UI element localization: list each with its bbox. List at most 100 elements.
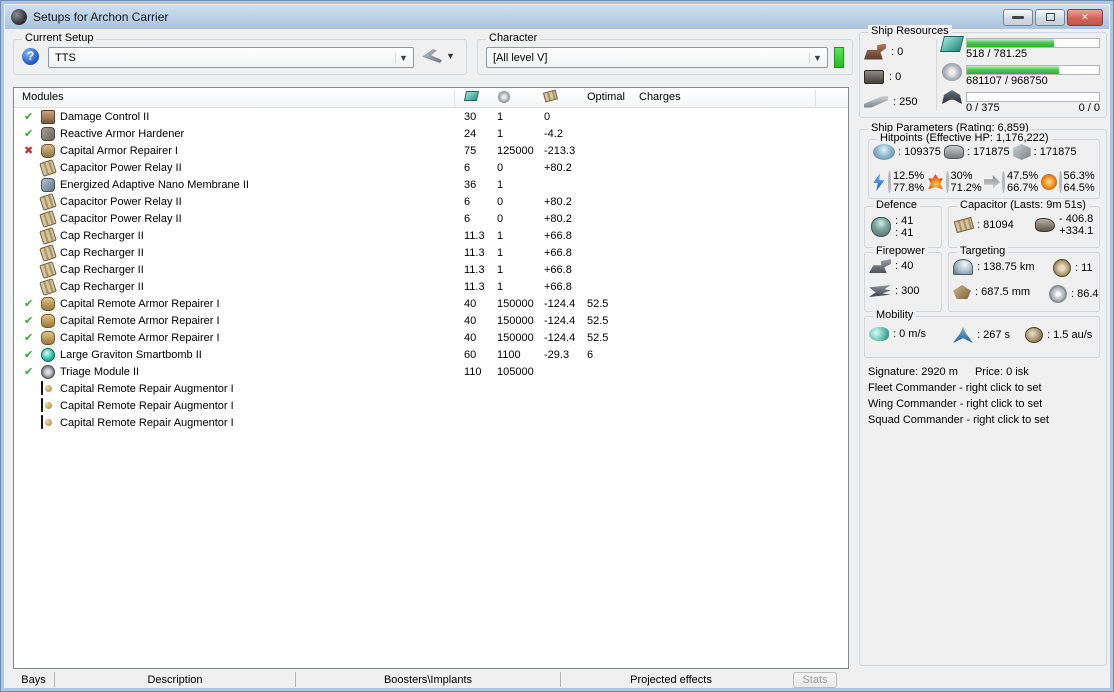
module-powergrid: 150000 (497, 315, 534, 327)
module-powergrid: 0 (497, 162, 504, 174)
module-row[interactable]: Cap Recharger II 11.3 1 +66.8 (14, 244, 848, 262)
module-row[interactable]: ✔ Triage Module II 110 105000 (14, 364, 848, 381)
module-powergrid: 1 (497, 111, 504, 123)
capacitor-column-icon (542, 89, 559, 104)
module-name: Capital Armor Repairer I (60, 145, 178, 157)
online-check-icon: ✔ (24, 315, 34, 327)
stats-button[interactable]: Stats (793, 671, 837, 688)
module-row[interactable]: Capital Remote Repair Augmentor I (14, 381, 848, 398)
module-row[interactable]: Cap Recharger II 11.3 1 +66.8 (14, 227, 848, 245)
module-name: Capacitor Power Relay II (60, 213, 182, 225)
current-setup-label: Current Setup (22, 32, 97, 44)
dps-icon (869, 259, 891, 273)
armor-hp-icon (943, 145, 964, 159)
module-row[interactable]: ✖ Capital Armor Repairer I 75 125000 -213.3 (14, 143, 848, 160)
module-row[interactable]: ✔ Damage Control II 30 1 0 (14, 109, 848, 126)
close-button[interactable]: ✕ (1067, 8, 1103, 26)
module-row[interactable]: ✔ Large Graviton Smartbomb II 60 1100 -29.3 6 (14, 347, 848, 364)
module-powergrid: 1 (497, 128, 504, 140)
wing-commander-line[interactable]: Wing Commander - right click to set (868, 398, 1042, 410)
drone-count-text: 0 / 0 (1078, 102, 1100, 114)
online-check-icon: ✔ (24, 128, 34, 140)
module-row[interactable]: Energized Adaptive Nano Membrane II 36 1 (14, 177, 848, 194)
module-cpu: 40 (464, 332, 477, 344)
module-row[interactable]: ✔ Capital Remote Armor Repairer I 40 150000… (14, 313, 848, 330)
module-icon (41, 314, 55, 328)
current-setup-combobox[interactable]: TTS ▼ (48, 47, 414, 68)
tab-description[interactable]: Description (55, 674, 295, 686)
warp-speed-value: : 1.5 au/s (1047, 329, 1093, 341)
module-name: Cap Recharger II (60, 264, 144, 276)
module-cpu: 110 (464, 366, 482, 378)
module-row[interactable]: Capital Remote Repair Augmentor I (14, 398, 848, 415)
app-icon (11, 9, 27, 25)
minimize-button[interactable] (1003, 8, 1033, 26)
thermal-armor-resist: 71.2% (950, 182, 982, 194)
module-cpu: 6 (464, 196, 471, 208)
module-row[interactable]: Cap Recharger II 11.3 1 +66.8 (14, 278, 848, 296)
shield-hp-value: : 109375 (898, 146, 941, 158)
em-shield-resist: 12.5% (893, 170, 925, 182)
ship-parameters-group: Ship Parameters (Rating: 6,859) Hitpoint… (859, 122, 1107, 666)
module-name: Capacitor Power Relay II (60, 196, 182, 208)
defence-label: Defence (873, 199, 920, 211)
module-optimal: 6 (587, 349, 594, 361)
launcher-hardpoints-icon (864, 69, 884, 84)
module-cpu: 40 (464, 298, 477, 310)
module-optimal: 52.5 (587, 315, 609, 327)
character-combobox[interactable]: [All level V] ▼ (486, 47, 828, 68)
module-icon (41, 348, 55, 362)
module-name: Cap Recharger II (60, 247, 144, 259)
character-group: Character [All level V] ▼ (477, 32, 853, 75)
module-cap-use: -124.4 (544, 298, 576, 310)
module-row[interactable]: Capital Remote Repair Augmentor I (14, 415, 848, 432)
module-row[interactable]: Capacitor Power Relay II 6 0 +80.2 (14, 193, 848, 211)
sensor-strength-icon (1049, 285, 1067, 303)
module-row[interactable]: ✔ Reactive Armor Hardener 24 1 -4.2 (14, 126, 848, 143)
current-setup-group: Current Setup ? TTS ▼ ▼ (13, 32, 467, 75)
tab-bays[interactable]: Bays (13, 674, 54, 686)
explosive-armor-resist: 64.5% (1063, 182, 1095, 194)
offline-x-icon: ✖ (24, 145, 34, 157)
online-check-icon: ✔ (24, 111, 34, 123)
module-icon (39, 278, 57, 296)
powergrid-bar (966, 65, 1100, 75)
maximize-button[interactable] (1035, 8, 1065, 26)
module-row[interactable]: Cap Recharger II 11.3 1 +66.8 (14, 261, 848, 279)
online-check-icon: ✔ (24, 298, 34, 310)
help-icon[interactable]: ? (22, 48, 39, 65)
calibration-value: : 250 (893, 95, 918, 108)
calibration-icon (864, 95, 888, 108)
tab-boosters-implants[interactable]: Boosters\Implants (296, 674, 560, 686)
dps-value: : 40 (895, 260, 914, 272)
module-powergrid: 1 (497, 247, 504, 259)
module-name: Capital Remote Repair Augmentor I (60, 383, 234, 395)
squad-commander-line[interactable]: Squad Commander - right click to set (868, 414, 1049, 426)
module-cap-use: -124.4 (544, 315, 576, 327)
capacitor-label: Capacitor (Lasts: 9m 51s) (957, 199, 1089, 211)
module-row[interactable]: Capacitor Power Relay II 6 0 +80.2 (14, 210, 848, 228)
scan-resolution-icon (953, 285, 971, 299)
module-row[interactable]: ✔ Capital Remote Armor Repairer I 40 150000… (14, 330, 848, 347)
module-row[interactable]: ✔ Capital Remote Armor Repairer I 40 150000… (14, 296, 848, 313)
module-cpu: 40 (464, 315, 477, 327)
hitpoints-label: Hitpoints (Effective HP: 1,176,222) (877, 132, 1052, 144)
fleet-commander-line[interactable]: Fleet Commander - right click to set (868, 382, 1042, 394)
modules-header[interactable]: Modules Optimal Charges (14, 88, 848, 108)
module-row[interactable]: Capacitor Power Relay II 6 0 +80.2 (14, 159, 848, 177)
tab-projected-effects[interactable]: Projected effects (561, 674, 781, 686)
module-powergrid: 1 (497, 230, 504, 242)
hitpoints-group: Hitpoints (Effective HP: 1,176,222) : 10… (868, 132, 1100, 199)
module-cap-use: +80.2 (544, 162, 572, 174)
setup-tools-button[interactable]: ▼ (422, 49, 455, 63)
module-name: Capital Remote Repair Augmentor I (60, 400, 234, 412)
max-targets-value: : 11 (1075, 262, 1093, 274)
sensor-strength-value: : 86.4 (1071, 288, 1099, 300)
kinetic-shield-resist: 47.5% (1007, 170, 1039, 182)
module-powergrid: 1100 (497, 349, 521, 361)
module-name: Large Graviton Smartbomb II (60, 349, 202, 361)
shield-hp-icon (873, 144, 895, 160)
module-powergrid: 1 (497, 264, 504, 276)
turret-hardpoints-value: : 0 (891, 45, 904, 58)
module-name: Cap Recharger II (60, 230, 144, 242)
